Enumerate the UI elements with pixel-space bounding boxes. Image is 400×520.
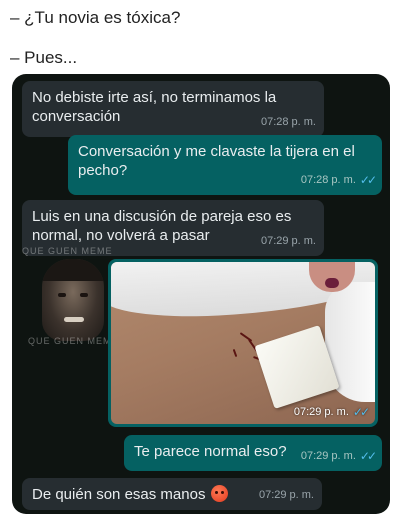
angry-face-icon: [211, 485, 229, 502]
caption-answer: – Pues...: [10, 48, 78, 67]
message-time: 07:28 p. m.: [300, 174, 356, 186]
message-time: 07:28 p. m.: [260, 116, 316, 128]
message-meta: 07:29 p. m. ✓✓: [300, 447, 377, 466]
read-receipt-icon: ✓✓: [352, 405, 370, 419]
message-outgoing[interactable]: Te parece normal eso? 07:29 p. m. ✓✓: [124, 435, 382, 471]
message-outgoing[interactable]: Conversación y me clavaste la tijera en …: [68, 135, 382, 195]
message-meta: 07:28 p. m. ✓✓: [300, 171, 377, 190]
wound-photo[interactable]: 07:29 p. m. ✓✓: [111, 262, 375, 424]
message-time: 07:29 p. m.: [300, 450, 356, 462]
message-time: 07:29 p. m.: [260, 235, 316, 247]
message-incoming[interactable]: No debiste irte así, no terminamos la co…: [22, 81, 324, 137]
message-time: 07:29 p. m.: [293, 406, 349, 418]
chat-screenshot: No debiste irte así, no terminamos la co…: [12, 74, 390, 514]
overlay-face-image: [42, 259, 104, 341]
message-meta: 07:29 p. m.: [259, 486, 314, 505]
message-meta: 07:28 p. m.: [261, 113, 316, 132]
caption-question: – ¿Tu novia es tóxica?: [10, 8, 181, 27]
read-receipt-icon: ✓✓: [359, 449, 377, 463]
message-time: 07:29 p. m.: [258, 489, 314, 501]
message-outgoing-image[interactable]: 07:29 p. m. ✓✓: [108, 259, 378, 427]
message-incoming[interactable]: De quién son esas manos 07:29 p. m.: [22, 478, 322, 510]
message-meta: 07:29 p. m.: [261, 232, 316, 251]
watermark: QUE GUEN MEME: [22, 246, 113, 256]
message-meta: 07:29 p. m. ✓✓: [293, 405, 370, 419]
watermark: QUE GUEN MEME: [28, 336, 119, 346]
read-receipt-icon: ✓✓: [359, 173, 377, 187]
message-text: De quién son esas manos: [32, 486, 206, 503]
